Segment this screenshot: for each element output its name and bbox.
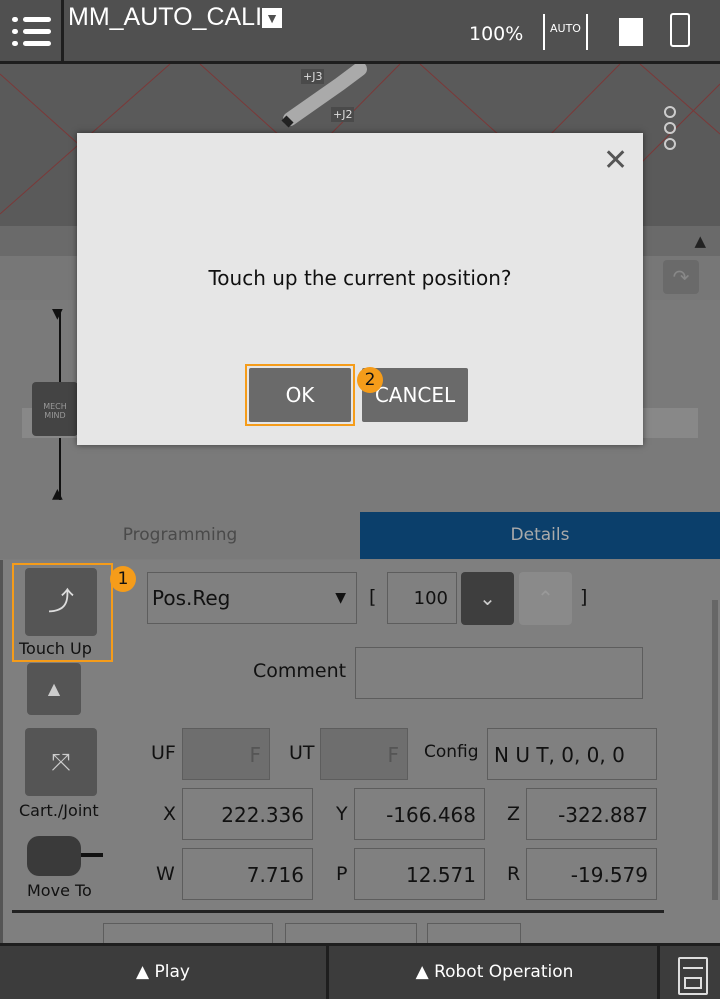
step-badge-1: 1 (110, 566, 136, 592)
touch-up-icon: ⤴ (47, 587, 74, 617)
touch-screen-icon[interactable] (670, 13, 690, 47)
x-label: X (163, 803, 177, 825)
more-options-icon[interactable] (664, 106, 678, 154)
dropdown-icon: ▼ (335, 590, 346, 606)
menu-button[interactable] (0, 0, 64, 62)
program-title: MM_AUTO_CALI (68, 3, 263, 31)
details-panel: ⤴ Touch Up 1 Pos.Reg ▼ [ 100 ⌄ ⌃ ] Commen… (0, 560, 720, 975)
dropdown-icon: ▼ (262, 8, 283, 28)
step-badge-2: 2 (357, 367, 383, 393)
tab-programming[interactable]: Programming (0, 512, 360, 559)
collapse-up-icon[interactable]: ▲ (694, 232, 706, 250)
register-type-select[interactable]: Pos.Reg ▼ (147, 572, 357, 624)
p-input[interactable]: 12.571 (354, 848, 485, 900)
z-input[interactable]: -322.887 (526, 788, 657, 840)
register-index-input[interactable]: 100 (387, 572, 457, 624)
auto-mode-icon[interactable]: AUTO (543, 14, 588, 50)
confirm-dialog: ✕ Touch up the current position? OK CANC… (77, 133, 643, 445)
robot-operation-button[interactable]: ▲ Robot Operation (332, 946, 660, 999)
joint-label-j2: +J2 (331, 107, 355, 122)
timeline-start-icon: ▼ (52, 306, 63, 322)
ok-button[interactable]: OK (249, 368, 351, 422)
redo-icon[interactable]: ↷ (663, 260, 699, 294)
header-bar: MM_AUTO_CALI ▼ 100% AUTO (0, 0, 720, 64)
touch-up-button[interactable]: ⤴ (25, 568, 97, 636)
coordinate-icon: ⤧ (51, 748, 71, 776)
dialog-message: Touch up the current position? (208, 266, 512, 290)
uf-input[interactable]: F (182, 728, 270, 780)
joint-label-j3: +J3 (301, 69, 325, 84)
x-input[interactable]: 222.336 (182, 788, 313, 840)
register-up-button[interactable]: ⌃ (519, 572, 572, 625)
r-input[interactable]: -19.579 (526, 848, 657, 900)
move-to-icon (81, 853, 103, 857)
config-input[interactable]: N U T, 0, 0, 0 (487, 728, 657, 780)
ut-input[interactable]: F (320, 728, 408, 780)
divider (12, 910, 664, 913)
bottom-bar: ▲ Play ▲ Robot Operation (0, 943, 720, 999)
cart-joint-button[interactable]: ⤧ (25, 728, 97, 796)
register-down-button[interactable]: ⌄ (461, 572, 514, 625)
mech-mind-block[interactable]: MECH MIND (32, 382, 78, 436)
program-selector[interactable]: MM_AUTO_CALI ▼ (68, 3, 283, 32)
speed-override[interactable]: 100% (469, 23, 523, 45)
comment-label: Comment (253, 660, 347, 682)
w-input[interactable]: 7.716 (182, 848, 313, 900)
move-to-button[interactable] (27, 836, 81, 876)
move-to-label: Move To (27, 881, 92, 900)
w-label: W (156, 863, 175, 885)
y-input[interactable]: -166.468 (354, 788, 485, 840)
teach-pendant-icon[interactable] (619, 18, 643, 46)
cart-joint-label: Cart./Joint (19, 801, 99, 820)
p-label: P (336, 863, 348, 885)
config-label: Config (424, 742, 479, 762)
tab-bar: Programming Details (0, 512, 720, 559)
y-label: Y (336, 803, 348, 825)
tab-details[interactable]: Details (360, 512, 720, 559)
close-bracket: ] (580, 586, 588, 608)
z-label: Z (507, 803, 521, 825)
comment-input[interactable] (355, 647, 643, 699)
play-button[interactable]: ▲ Play (0, 946, 329, 999)
r-label: R (507, 863, 521, 885)
uf-label: UF (151, 742, 176, 764)
ut-label: UT (289, 742, 315, 764)
register-type-value: Pos.Reg (152, 586, 231, 610)
open-bracket: [ (369, 586, 377, 608)
timeline-end-icon: ▲ (52, 486, 63, 502)
close-icon[interactable]: ✕ (603, 143, 628, 178)
scrollbar[interactable] (712, 600, 718, 900)
touch-up-label: Touch Up (19, 639, 92, 658)
controller-icon[interactable] (678, 957, 708, 995)
scroll-up-button[interactable]: ▲ (27, 663, 81, 715)
